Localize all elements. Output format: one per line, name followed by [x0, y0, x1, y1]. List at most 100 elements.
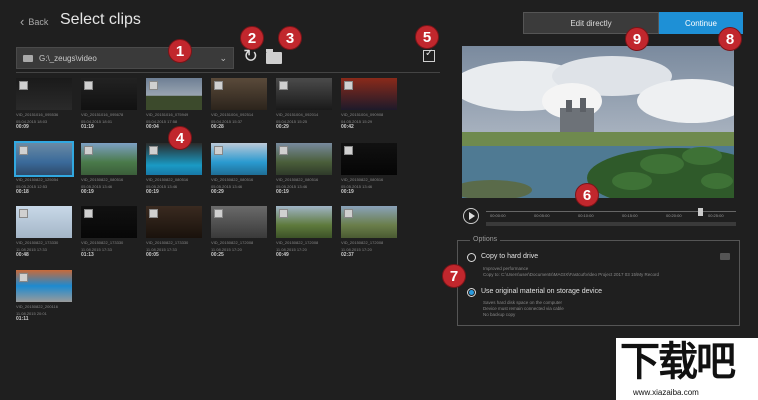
copy-sub-path: Copy to: C:\Users\user\Documents\MAGIX\F… — [483, 272, 659, 277]
clip-thumbnail[interactable]: VID_20150822_080516 05.05.2015 13:46 00:19 — [81, 143, 137, 195]
clip-filename: VID_20150822_173330 — [146, 240, 189, 245]
clip-duration: 00:19 — [341, 189, 354, 195]
clip-preview-image — [146, 206, 202, 238]
timeline-ruler[interactable]: 00:00:00 00:05:00 00:10:00 00:15:00 00:2… — [486, 208, 736, 228]
clip-select-checkbox[interactable] — [344, 81, 353, 90]
clip-select-checkbox[interactable] — [149, 209, 158, 218]
timeline-tick: 00:25:00 — [708, 213, 724, 218]
playhead-handle[interactable] — [698, 208, 703, 216]
clip-preview-image — [16, 270, 72, 302]
timeline: 00:00:00 00:05:00 00:10:00 00:15:00 00:2… — [462, 205, 738, 229]
clip-select-checkbox[interactable] — [19, 209, 28, 218]
timeline-track[interactable] — [486, 222, 736, 226]
clip-duration: 00:25 — [211, 252, 224, 258]
clip-thumbnail[interactable]: VID_20150822_173330 11.08.2015 17:33 00:05 — [146, 206, 202, 258]
clip-select-checkbox[interactable] — [84, 146, 93, 155]
folder-path-value: G:\_zeugs\video — [39, 53, 97, 63]
clip-filename: VID_20150822_080516 — [276, 177, 319, 182]
clip-thumbnail[interactable]: VID_20150822_172008 11.08.2015 17:20 00:49 — [276, 206, 332, 258]
callout-badge-2: 2 — [240, 26, 264, 50]
clip-duration: 00:18 — [16, 189, 29, 195]
clip-select-checkbox[interactable] — [214, 81, 223, 90]
clip-select-checkbox[interactable] — [344, 146, 353, 155]
clip-select-checkbox[interactable] — [19, 81, 28, 90]
clip-thumbnail[interactable]: VID_20150822_080516 05.05.2015 13:46 00:29 — [211, 143, 267, 195]
clip-thumbnail[interactable]: VID_20150822_080516 05.05.2015 13:46 00:19 — [341, 143, 397, 195]
hard-drive-icon — [720, 253, 730, 260]
clip-select-checkbox[interactable] — [344, 209, 353, 218]
open-folder-icon[interactable] — [266, 49, 282, 64]
callout-badge-7: 7 — [442, 264, 466, 288]
use-original-material-radio[interactable] — [467, 288, 476, 297]
divider — [16, 72, 440, 73]
clip-duration: 00:09 — [16, 124, 29, 130]
watermark-url: www.xiazaiba.com — [633, 388, 699, 397]
clip-thumbnail[interactable]: VID_20151016_095678 05.04.2015 18:01 01:19 — [81, 78, 137, 130]
clip-duration: 00:29 — [276, 124, 289, 130]
clip-filename: VID_20151016_095678 — [81, 112, 124, 117]
clip-select-checkbox[interactable] — [149, 81, 158, 90]
timeline-tick: 00:00:00 — [490, 213, 506, 218]
back-label: Back — [28, 16, 49, 27]
clip-thumbnail[interactable]: VID_20150822_172008 11.08.2015 17:20 00:25 — [211, 206, 267, 258]
timeline-tick: 00:05:00 — [534, 213, 550, 218]
clip-select-checkbox[interactable] — [84, 209, 93, 218]
clip-preview-image — [276, 206, 332, 238]
clip-filename: VID_20150822_080516 — [81, 177, 124, 182]
clip-select-checkbox[interactable] — [149, 146, 158, 155]
clip-filename: VID_20150822_172008 — [211, 240, 254, 245]
callout-badge-5: 5 — [415, 25, 439, 49]
clip-thumbnail[interactable]: VID_20151016_095536 05.04.2015 18:03 00:09 — [16, 78, 72, 130]
clip-filename: VID_20150822_125054 — [16, 177, 59, 182]
select-all-icon[interactable] — [423, 48, 435, 62]
clip-select-checkbox[interactable] — [279, 81, 288, 90]
callout-badge-9: 9 — [625, 27, 649, 51]
clip-filename: VID_20150822_200116 — [16, 304, 58, 309]
use-sub-backup: No backup copy — [483, 312, 516, 317]
clip-preview-image — [146, 78, 202, 110]
page-title: Select clips — [60, 11, 141, 28]
clip-thumbnail[interactable]: VID_20150822_080516 05.05.2015 13:46 00:19 — [146, 143, 202, 195]
chevron-down-icon: ⌄ — [219, 52, 227, 63]
copy-to-hard-drive-radio[interactable] — [467, 253, 476, 262]
clip-duration: 00:19 — [81, 189, 94, 195]
clip-thumbnail[interactable]: VID_20151004_090908 04.05.2015 15:29 00:42 — [341, 78, 397, 130]
clip-thumbnail[interactable]: VID_20150822_173330 11.08.2015 17:33 01:13 — [81, 206, 137, 258]
clip-filename: VID_20151016_095536 — [16, 112, 59, 117]
clip-thumbnail[interactable]: VID_20150822_080516 05.05.2015 13:46 00:19 — [276, 143, 332, 195]
clip-preview-image — [341, 206, 397, 238]
clip-filename: VID_20150822_080516 — [146, 177, 189, 182]
clip-thumbnail[interactable]: VID_20150822_172008 11.08.2015 17:20 02:37 — [341, 206, 397, 258]
clip-select-checkbox[interactable] — [214, 209, 223, 218]
clip-thumbnail[interactable]: VID_20150822_173330 11.08.2015 17:33 00:48 — [16, 206, 72, 258]
clip-duration: 00:48 — [16, 252, 29, 258]
clip-filename: VID_20150822_173330 — [16, 240, 59, 245]
back-button[interactable]: ‹ Back — [20, 14, 48, 29]
watermark-logo: 下载吧 — [620, 339, 736, 385]
clip-preview-image — [16, 78, 72, 110]
clip-select-checkbox[interactable] — [279, 146, 288, 155]
clip-preview-image — [276, 78, 332, 110]
callout-badge-8: 8 — [718, 27, 742, 51]
clip-preview-image — [341, 78, 397, 110]
timeline-tick: 00:15:00 — [622, 213, 638, 218]
clip-thumbnail[interactable]: VID_20150822_200116 11.08.2015 20:01 01:11 — [16, 270, 72, 322]
clip-select-checkbox[interactable] — [84, 81, 93, 90]
clip-thumbnail[interactable]: VID_20151004_092514 05.04.2015 15:37 00:28 — [211, 78, 267, 130]
clip-thumbnail[interactable]: VID_20151016_075949 05.04.2015 17:58 00:04 — [146, 78, 202, 130]
play-icon[interactable] — [463, 208, 479, 224]
clip-select-checkbox[interactable] — [19, 273, 28, 282]
clip-select-checkbox[interactable] — [279, 209, 288, 218]
clip-preview-image — [81, 78, 137, 110]
clip-duration: 01:19 — [81, 124, 94, 130]
callout-badge-4: 4 — [168, 126, 192, 150]
clip-select-checkbox[interactable] — [19, 146, 28, 155]
clip-thumbnail[interactable]: VID_20151004_092014 05.04.2015 15:25 00:29 — [276, 78, 332, 130]
clip-thumbnail[interactable]: VID_20150822_125054 05.05.2015 12:53 00:18 — [14, 141, 74, 195]
clip-preview-image — [211, 206, 267, 238]
clip-filename: VID_20150822_080516 — [211, 177, 254, 182]
timeline-tick: 00:10:00 — [578, 213, 594, 218]
clip-select-checkbox[interactable] — [214, 146, 223, 155]
folder-path-dropdown[interactable]: G:\_zeugs\video ⌄ — [16, 47, 234, 69]
folder-icon — [23, 54, 33, 62]
